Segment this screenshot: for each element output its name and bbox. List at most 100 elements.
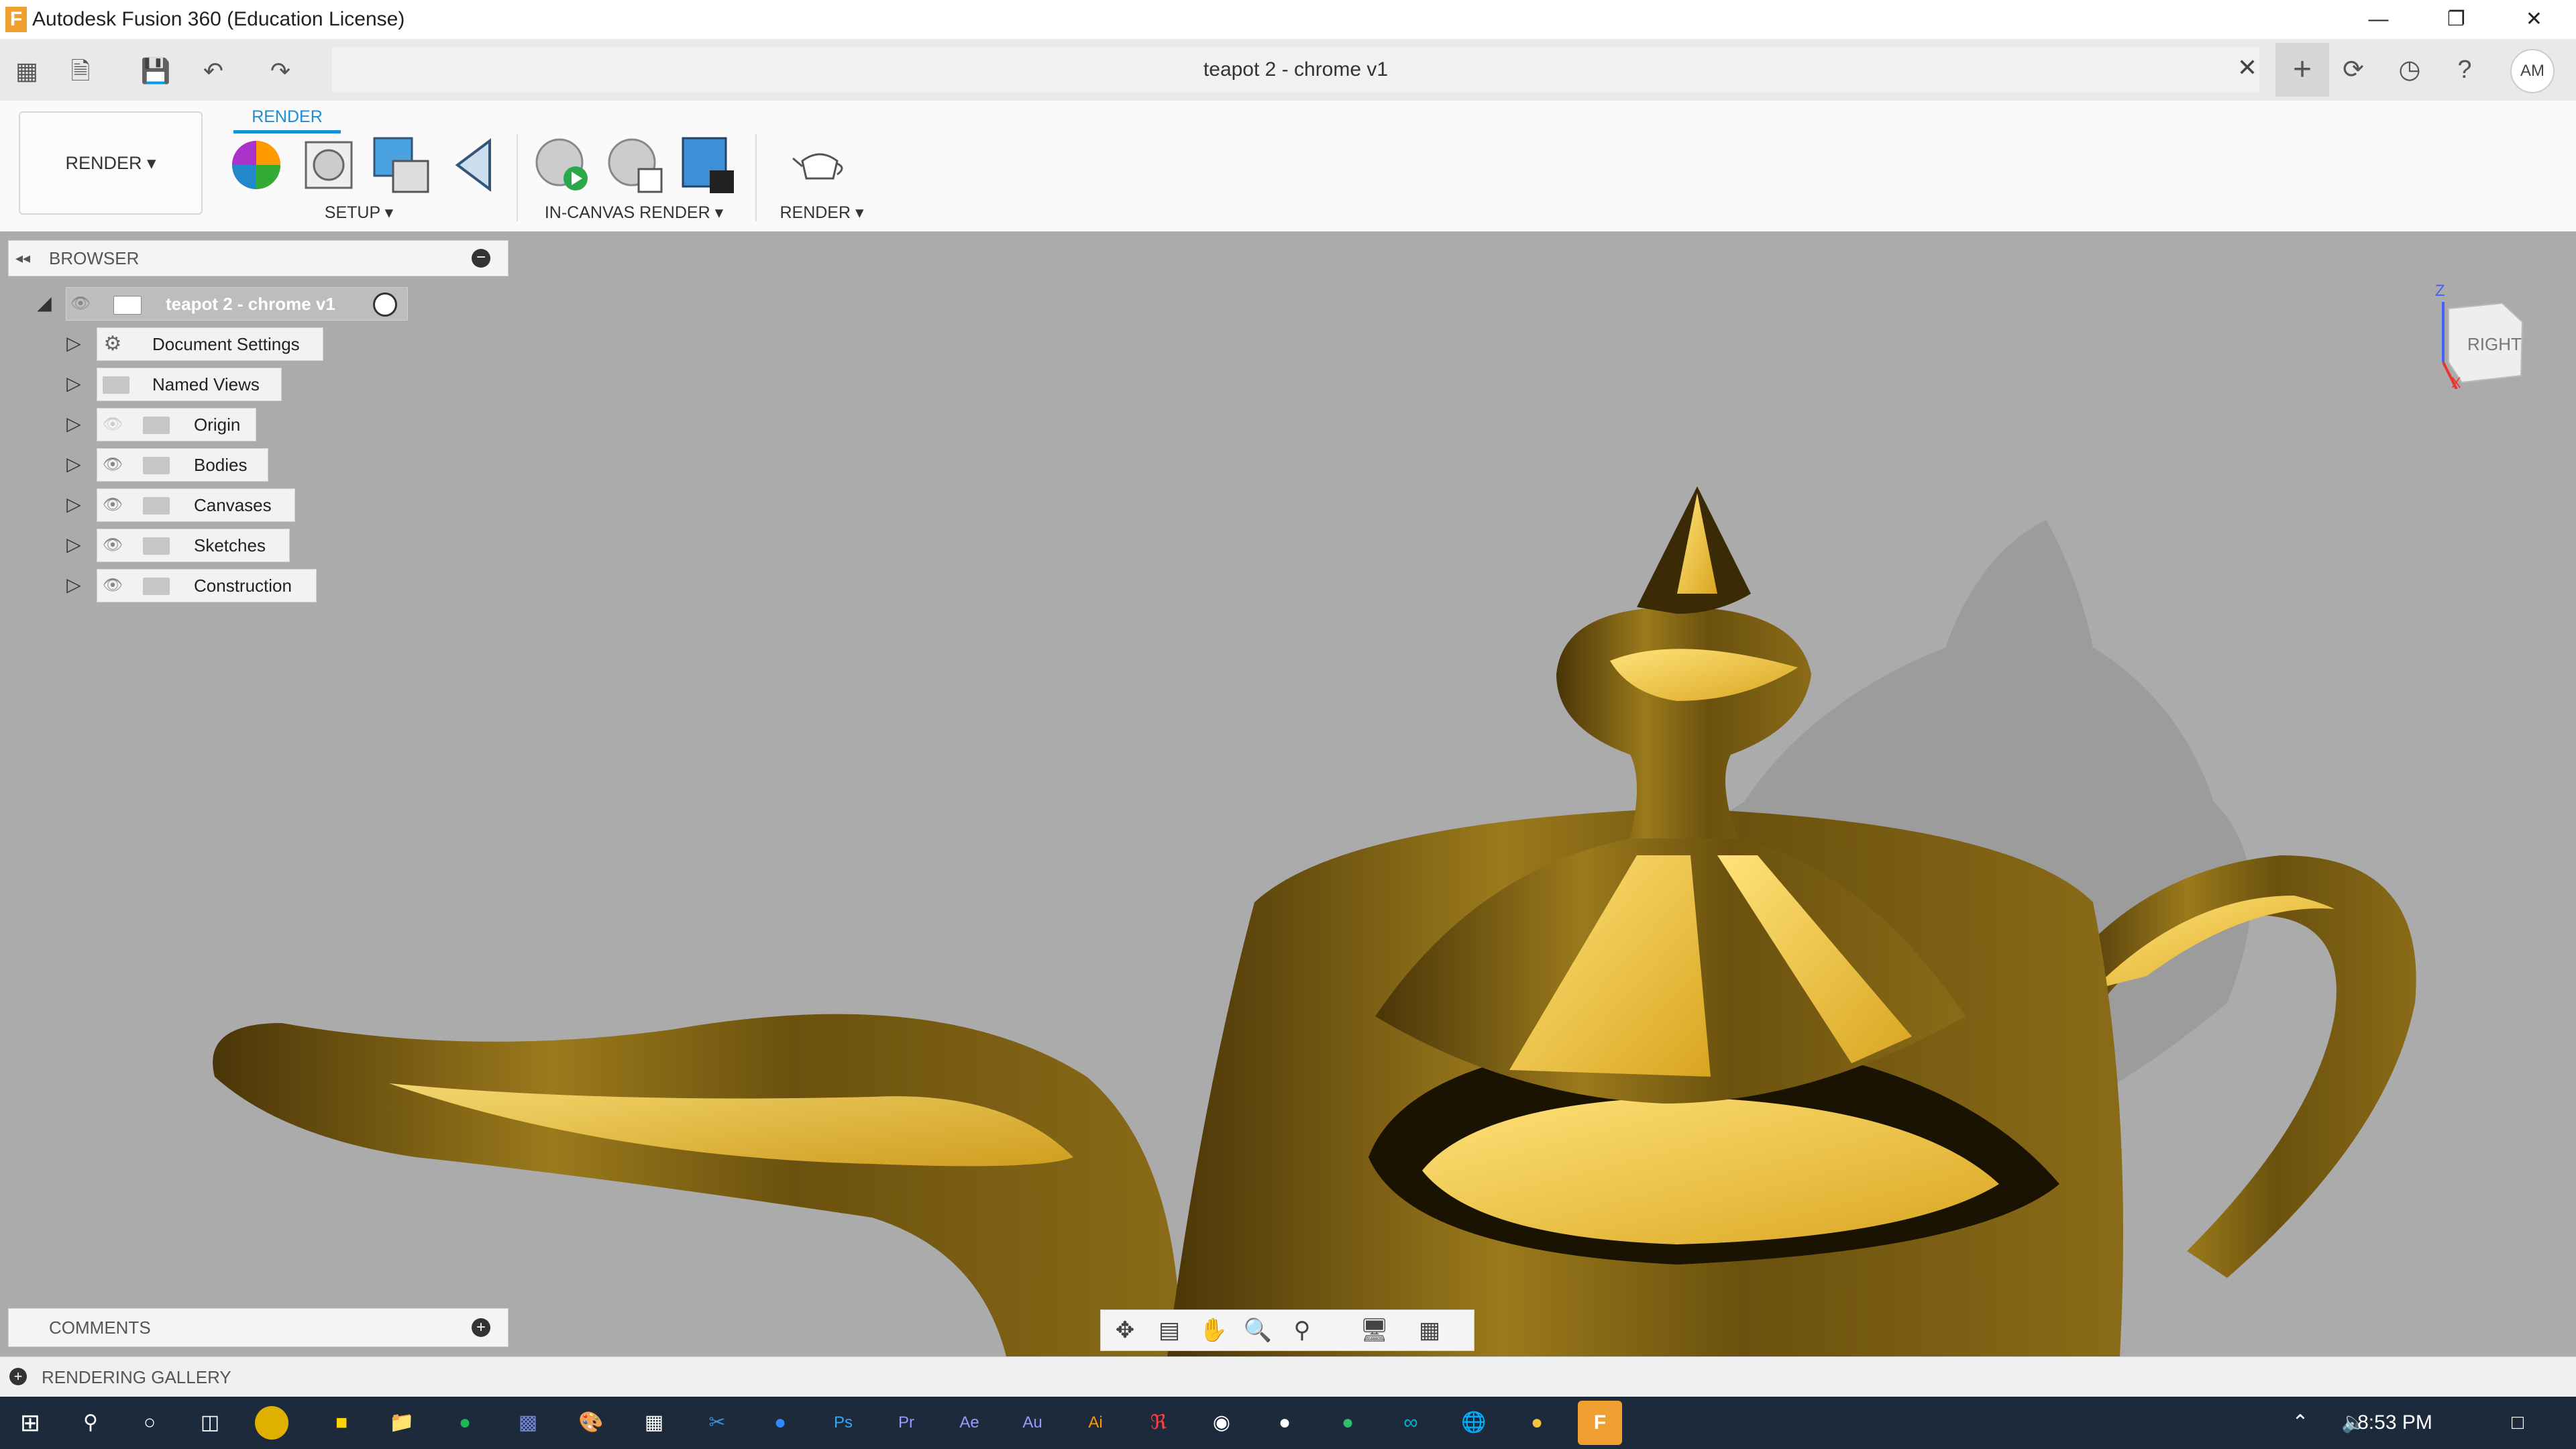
render-group-label[interactable]: RENDER ▾ bbox=[765, 201, 879, 224]
root-expander-icon[interactable]: ◢ bbox=[32, 287, 56, 319]
workspace-switcher[interactable]: RENDER ▾ bbox=[19, 111, 203, 215]
windows-start-icon[interactable]: ⊞ bbox=[8, 1401, 52, 1445]
toolbar-separator bbox=[755, 134, 757, 221]
document-tab-close-icon[interactable]: ✕ bbox=[2231, 51, 2264, 85]
expander-icon[interactable]: ▷ bbox=[62, 368, 86, 400]
collapse-browser-icon[interactable]: ◂◂ bbox=[15, 241, 30, 276]
task-view-icon[interactable]: ◫ bbox=[188, 1401, 232, 1445]
look-at-icon[interactable]: ▤ bbox=[1149, 1310, 1189, 1350]
browser-item-bodies[interactable]: 👁 Bodies bbox=[97, 448, 268, 482]
zoom-app-icon[interactable]: ● bbox=[758, 1401, 802, 1445]
viewcube[interactable]: Z X RIGHT bbox=[2435, 282, 2529, 391]
orbit-icon[interactable]: ✥ bbox=[1105, 1310, 1145, 1350]
illustrator-icon[interactable]: Ai bbox=[1073, 1401, 1118, 1445]
expand-gallery-icon[interactable]: + bbox=[9, 1368, 27, 1385]
expander-icon[interactable]: ▷ bbox=[62, 569, 86, 601]
eye-hidden-icon[interactable]: 👁 bbox=[101, 409, 124, 441]
browser-root-node[interactable]: 👁 teapot 2 - chrome v1 bbox=[66, 287, 408, 321]
add-comment-icon[interactable]: + bbox=[472, 1318, 490, 1337]
after-effects-icon[interactable]: Ae bbox=[947, 1401, 991, 1445]
expander-icon[interactable]: ▷ bbox=[62, 488, 86, 521]
acrobat-icon[interactable]: ℜ bbox=[1136, 1401, 1181, 1445]
cortana-icon[interactable]: ○ bbox=[127, 1401, 172, 1445]
in-canvas-render-icon[interactable] bbox=[531, 134, 593, 196]
app-icon[interactable]: ◉ bbox=[1199, 1401, 1244, 1445]
spotify-icon[interactable]: ● bbox=[443, 1401, 487, 1445]
arduino-icon[interactable]: ∞ bbox=[1389, 1401, 1433, 1445]
save-icon[interactable]: 💾 bbox=[137, 52, 174, 90]
viewcube-axis-x: X bbox=[2451, 374, 2461, 391]
render-teapot-icon[interactable] bbox=[789, 134, 851, 196]
restore-button[interactable]: ❐ bbox=[2418, 0, 2495, 39]
comments-panel-header[interactable]: COMMENTS + bbox=[8, 1308, 508, 1347]
new-tab-button[interactable]: + bbox=[2275, 43, 2329, 97]
show-hidden-icons-icon[interactable]: ⌃ bbox=[2278, 1401, 2322, 1445]
browser-item-construction[interactable]: 👁 Construction bbox=[97, 569, 317, 602]
appearance-icon[interactable] bbox=[225, 134, 287, 196]
scene-settings-icon[interactable] bbox=[298, 134, 360, 196]
notifications-icon[interactable]: □ bbox=[2496, 1401, 2540, 1445]
browser-item-origin[interactable]: 👁 Origin bbox=[97, 408, 256, 441]
browser-item-sketches[interactable]: 👁 Sketches bbox=[97, 529, 290, 562]
file-explorer-icon[interactable]: 📁 bbox=[380, 1401, 424, 1445]
eye-icon[interactable]: 👁 bbox=[101, 489, 124, 521]
expander-icon[interactable]: ▷ bbox=[62, 327, 86, 360]
pan-icon[interactable]: ✋ bbox=[1193, 1310, 1234, 1350]
eye-icon[interactable]: 👁 bbox=[101, 570, 124, 602]
close-window-button[interactable]: ✕ bbox=[2496, 0, 2573, 39]
decal-icon[interactable] bbox=[443, 134, 504, 196]
audition-icon[interactable]: Au bbox=[1010, 1401, 1055, 1445]
file-menu-icon[interactable]: 🗎 bbox=[62, 52, 99, 90]
taskbar-clock[interactable]: 8:53 PM bbox=[2341, 1397, 2449, 1449]
viewcube-face-right[interactable]: RIGHT bbox=[2467, 334, 2522, 355]
minimize-button[interactable]: — bbox=[2340, 0, 2417, 39]
texture-map-controls-icon[interactable] bbox=[370, 134, 432, 196]
expander-icon[interactable]: ▷ bbox=[62, 448, 86, 480]
help-icon[interactable]: ? bbox=[2443, 48, 2486, 91]
display-settings-icon[interactable]: 🖥 bbox=[1354, 1310, 1395, 1350]
photoshop-icon[interactable]: Ps bbox=[821, 1401, 865, 1445]
capture-image-icon[interactable] bbox=[676, 134, 738, 196]
fit-icon[interactable]: ⚲ bbox=[1282, 1310, 1322, 1350]
document-tab[interactable]: teapot 2 - chrome v1 bbox=[332, 47, 2259, 93]
eye-icon[interactable]: 👁 bbox=[101, 529, 124, 561]
browser-item-label: Origin bbox=[194, 415, 241, 435]
grid-settings-icon[interactable]: ▦ bbox=[1409, 1310, 1450, 1350]
github-icon[interactable]: ● bbox=[1263, 1401, 1307, 1445]
redo-icon[interactable]: ↷ bbox=[262, 52, 299, 90]
activate-component-icon[interactable] bbox=[373, 292, 397, 317]
calculator-icon[interactable]: ▦ bbox=[632, 1401, 676, 1445]
app-icon[interactable]: ● bbox=[1326, 1401, 1370, 1445]
user-avatar[interactable]: AM bbox=[2510, 49, 2555, 93]
expander-icon[interactable]: ▷ bbox=[62, 408, 86, 440]
globe-icon[interactable]: 🌐 bbox=[1452, 1401, 1496, 1445]
clock-icon[interactable]: ◷ bbox=[2388, 48, 2431, 91]
tab-render[interactable]: RENDER bbox=[233, 101, 341, 133]
undo-icon[interactable]: ↶ bbox=[195, 52, 232, 90]
premiere-icon[interactable]: Pr bbox=[884, 1401, 928, 1445]
chrome-icon[interactable] bbox=[255, 1406, 288, 1440]
discord-icon[interactable]: ▩ bbox=[506, 1401, 550, 1445]
data-panel-grid-icon[interactable]: ▦ bbox=[8, 52, 46, 90]
browser-item-named-views[interactable]: Named Views bbox=[97, 368, 282, 401]
app-icon[interactable]: ● bbox=[1515, 1401, 1559, 1445]
search-icon[interactable]: ⚲ bbox=[68, 1401, 113, 1445]
browser-item-canvases[interactable]: 👁 Canvases bbox=[97, 488, 295, 522]
snip-icon[interactable]: ✂ bbox=[695, 1401, 739, 1445]
expander-icon[interactable]: ▷ bbox=[62, 529, 86, 561]
fusion-taskbar-icon[interactable]: F bbox=[1578, 1401, 1622, 1445]
job-status-icon[interactable]: ⟳ bbox=[2332, 48, 2375, 91]
browser-item-document-settings[interactable]: ⚙ Document Settings bbox=[97, 327, 323, 361]
in-canvas-render-group-label[interactable]: IN-CANVAS RENDER ▾ bbox=[530, 201, 738, 224]
sticky-notes-icon[interactable]: ■ bbox=[319, 1401, 364, 1445]
browser-pin-icon[interactable]: − bbox=[472, 249, 490, 268]
eye-icon[interactable]: 👁 bbox=[101, 449, 124, 481]
rendering-gallery-bar[interactable]: + RENDERING GALLERY bbox=[0, 1356, 2576, 1397]
browser-panel-header[interactable]: ◂◂ BROWSER − bbox=[8, 240, 508, 276]
zoom-icon[interactable]: 🔍 bbox=[1238, 1310, 1278, 1350]
in-canvas-render-settings-icon[interactable] bbox=[604, 134, 665, 196]
paint-icon[interactable]: 🎨 bbox=[569, 1401, 613, 1445]
3d-viewport[interactable] bbox=[0, 231, 2576, 1356]
setup-group-label[interactable]: SETUP ▾ bbox=[302, 201, 416, 224]
eye-icon[interactable]: 👁 bbox=[69, 288, 92, 320]
